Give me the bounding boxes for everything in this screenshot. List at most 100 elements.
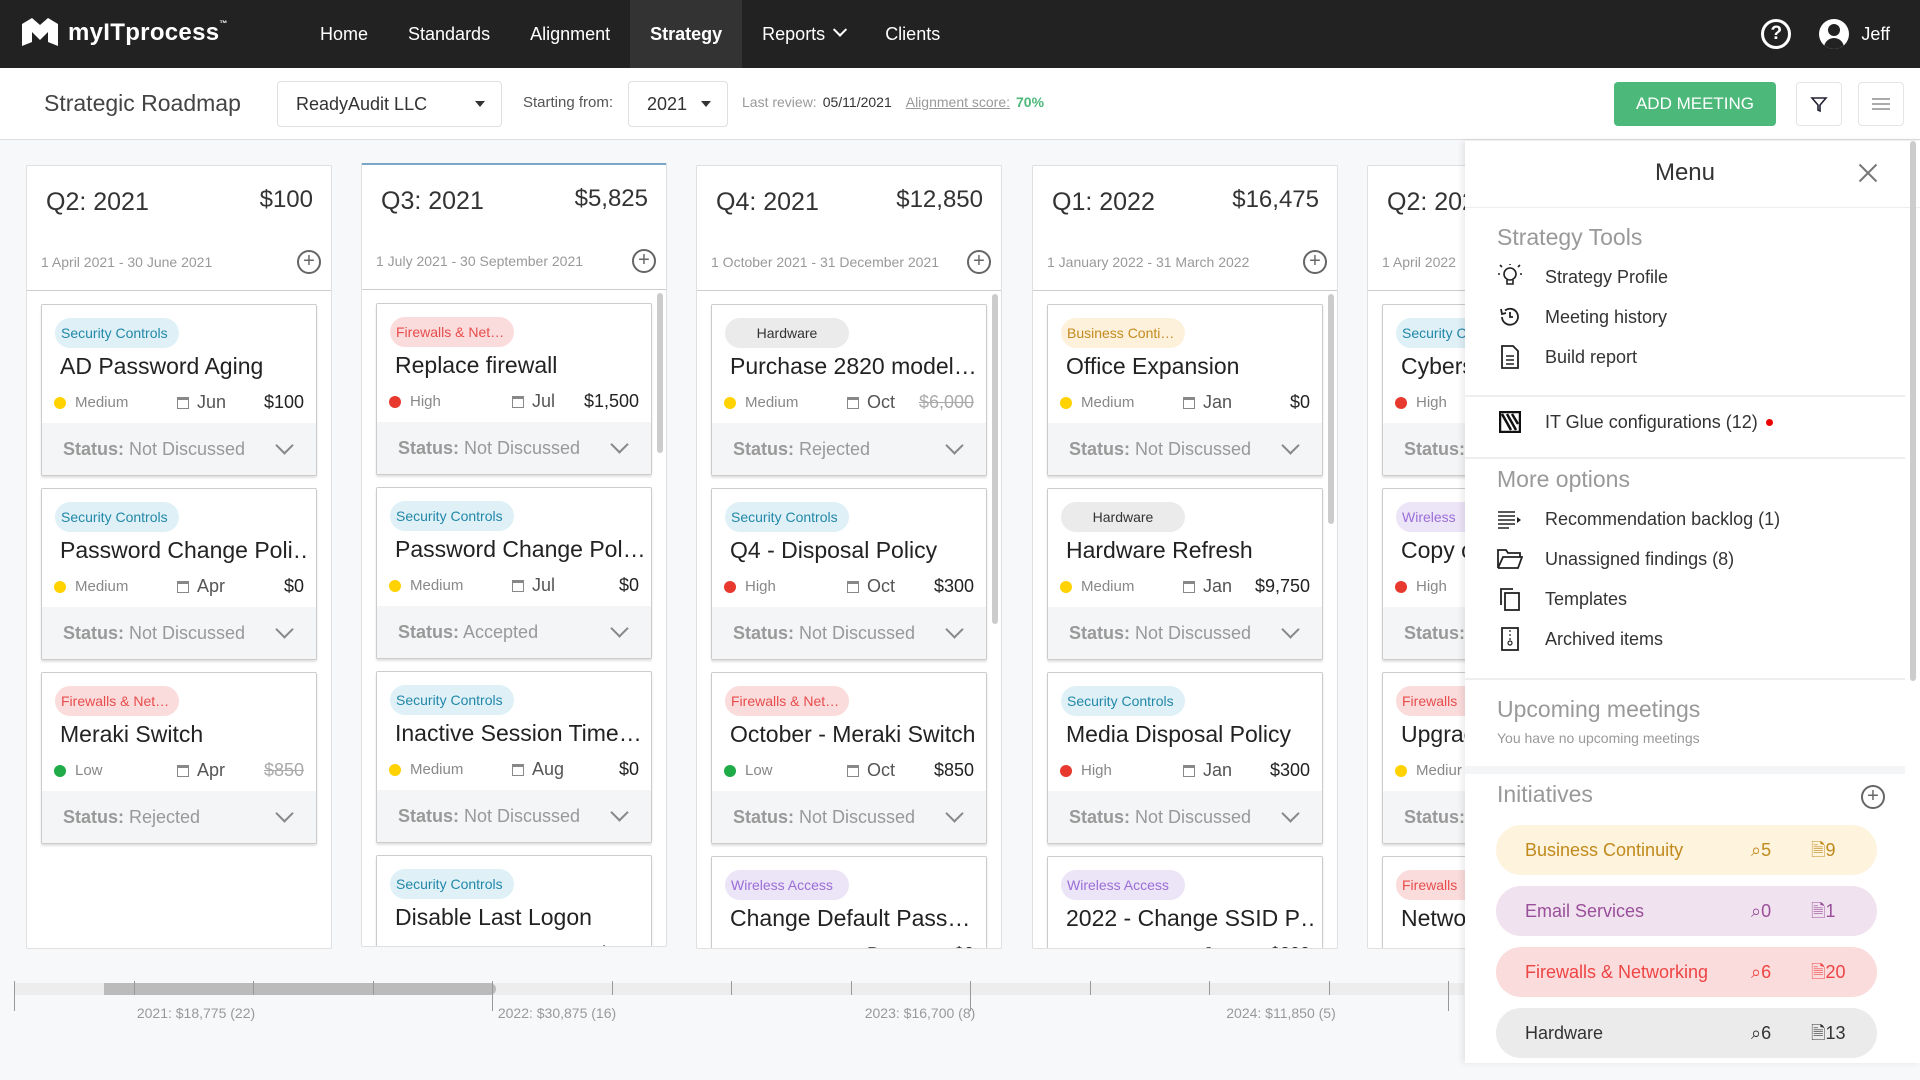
- findings-count: ⌕5: [1751, 840, 1772, 860]
- recommendation-card[interactable]: Hardware Hardware Refresh Medium Jan $9,750 S…: [1047, 488, 1323, 660]
- filter-button[interactable]: [1796, 82, 1842, 126]
- panel-scrollbar[interactable]: [1910, 141, 1916, 681]
- close-icon[interactable]: [1856, 161, 1880, 185]
- due-month: Jan: [1203, 944, 1232, 948]
- menu-templates[interactable]: Templates: [1497, 584, 1627, 614]
- cost-value: $0: [283, 576, 304, 596]
- recommendation-card[interactable]: Security Controls Password Change Poli… Me…: [41, 488, 317, 660]
- cost-value: $850: [263, 760, 304, 780]
- priority-label: Medium: [75, 394, 129, 411]
- alignment-score-link[interactable]: Alignment score:: [906, 94, 1010, 110]
- column-header: Q2: 2021 $100 1 April 2021 - 30 June 2021 +: [27, 166, 331, 291]
- recommendation-card[interactable]: Hardware Purchase 2820 model… Medium Oct $6,…: [711, 304, 987, 476]
- status-dropdown[interactable]: Status: Not Discussed: [42, 607, 316, 659]
- quarter-date-range: 1 April 2022: [1382, 254, 1456, 270]
- recommendation-card[interactable]: Security Controls Password Change Pol… Med…: [376, 487, 652, 659]
- status-value: Not Discussed: [794, 807, 916, 827]
- user-menu[interactable]: Jeff: [1819, 19, 1890, 49]
- initiative-item[interactable]: Hardware ⌕6 🗎13: [1496, 1008, 1877, 1058]
- initiative-item[interactable]: Email Services ⌕0 🗎1: [1496, 886, 1877, 936]
- recommendation-card[interactable]: Security Controls Disable Last Logon Mediu…: [376, 855, 652, 946]
- cost-value: $0: [618, 575, 639, 595]
- menu-archived-items[interactable]: Archived items: [1497, 624, 1663, 654]
- recommendation-card[interactable]: Wireless Copy c High Status:: [1382, 488, 1465, 660]
- status-dropdown[interactable]: Status: Not Discussed: [712, 791, 986, 843]
- client-select[interactable]: ReadyAudit LLC: [277, 81, 502, 127]
- status-dropdown[interactable]: Status:: [1383, 791, 1465, 843]
- priority-label: Medium: [745, 394, 799, 411]
- status-value: Not Discussed: [794, 623, 916, 643]
- priority-dot-icon: [724, 581, 736, 593]
- caret-down-icon: [475, 101, 485, 107]
- initiative-item[interactable]: Firewalls & Networking ⌕6 🗎20: [1496, 947, 1877, 997]
- status-dropdown[interactable]: Status: Not Discussed: [1048, 423, 1322, 475]
- recommendation-card[interactable]: Firewalls Upgrac Mediur Status:: [1382, 672, 1465, 844]
- priority-label: Medium: [410, 761, 464, 778]
- recommendation-card[interactable]: Firewalls & Net… October - Meraki Switch L…: [711, 672, 987, 844]
- recommendation-card[interactable]: Security Controls Inactive Session Time… M…: [376, 671, 652, 843]
- status-dropdown[interactable]: Status: Rejected: [712, 423, 986, 475]
- status-dropdown[interactable]: Status: Not Discussed: [712, 607, 986, 659]
- column-scrollbar[interactable]: [1328, 294, 1334, 524]
- add-meeting-button[interactable]: ADD MEETING: [1614, 82, 1776, 126]
- recommendation-card[interactable]: Security Controls Q4 - Disposal Policy Hig…: [711, 488, 987, 660]
- menu-itglue-configurations[interactable]: IT Glue configurations (12): [1497, 407, 1773, 437]
- recommendation-card[interactable]: Wireless Access Change Default Pass… Mediu…: [711, 856, 987, 948]
- menu-item-label: Unassigned findings (8): [1545, 548, 1735, 569]
- column-scrollbar[interactable]: [657, 293, 663, 453]
- recommendation-card[interactable]: FirewallsNetwoMediumStatus:: [1382, 856, 1465, 948]
- recommendation-card[interactable]: Security Controls Media Disposal Policy Hi…: [1047, 672, 1323, 844]
- card-meta: Medium Apr $0: [54, 575, 304, 601]
- status-dropdown[interactable]: Status: Not Discussed: [1048, 791, 1322, 843]
- add-item-button[interactable]: +: [632, 249, 656, 273]
- timeline-scrollbar[interactable]: 2021: $18,775 (22) 2022: $30,875 (16) 2023…: [0, 965, 1465, 1080]
- recommendation-card[interactable]: Firewalls & Net… Meraki Switch Low Apr $850 S…: [41, 672, 317, 844]
- initiative-item[interactable]: Business Continuity ⌕5 🗎9: [1496, 825, 1877, 875]
- nav-clients[interactable]: Clients: [865, 0, 960, 68]
- chevron-down-icon: [1281, 804, 1300, 823]
- status-dropdown[interactable]: Status: Not Discussed: [42, 423, 316, 475]
- column-scrollbar[interactable]: [992, 294, 998, 624]
- chevron-down-icon: [833, 22, 848, 37]
- card-title: October - Meraki Switch: [730, 721, 976, 747]
- nav-standards[interactable]: Standards: [388, 0, 510, 68]
- menu-strategy-profile[interactable]: Strategy Profile: [1497, 262, 1668, 292]
- menu-build-report[interactable]: Build report: [1497, 342, 1637, 372]
- status-dropdown[interactable]: Status: Rejected: [42, 791, 316, 843]
- recommendation-card[interactable]: Business Conti… Office Expansion Medium Jan…: [1047, 304, 1323, 476]
- help-icon[interactable]: ?: [1761, 19, 1792, 49]
- recommendation-card[interactable]: Security C Cybers High Status:: [1382, 304, 1465, 476]
- timeline-thumb[interactable]: [104, 983, 496, 995]
- recommendation-card[interactable]: Security Controls AD Password Aging Medium…: [41, 304, 317, 476]
- recommendation-card[interactable]: Firewalls & Net… Replace firewall High Jul $…: [376, 303, 652, 475]
- user-avatar-icon: [1819, 19, 1850, 49]
- status-dropdown[interactable]: Status:: [1383, 423, 1465, 475]
- cost-value: $850: [933, 760, 974, 780]
- status-dropdown[interactable]: Status: Not Discussed: [377, 422, 651, 474]
- year-select[interactable]: 2021: [628, 81, 728, 127]
- nav-home[interactable]: Home: [300, 0, 388, 68]
- add-initiative-button[interactable]: +: [1861, 785, 1885, 809]
- quarter-label: Q2: 2022: [1387, 188, 1465, 216]
- card-meta: Medium Jul $0: [389, 574, 639, 600]
- nav-alignment[interactable]: Alignment: [510, 0, 630, 68]
- add-item-button[interactable]: +: [297, 250, 321, 274]
- add-item-button[interactable]: +: [967, 250, 991, 274]
- status-dropdown[interactable]: Status: Not Discussed: [1048, 607, 1322, 659]
- initiative-name: Email Services: [1525, 901, 1645, 921]
- starting-from-label: Starting from:: [523, 94, 614, 111]
- add-item-button[interactable]: +: [1303, 250, 1327, 274]
- quarter-date-range: 1 July 2021 - 30 September 2021: [376, 253, 584, 269]
- menu-unassigned-findings[interactable]: Unassigned findings (8): [1497, 544, 1734, 574]
- status-dropdown[interactable]: Status: Not Discussed: [377, 790, 651, 842]
- brand-logo[interactable]: myITprocess™: [20, 16, 228, 50]
- nav-strategy[interactable]: Strategy: [630, 0, 743, 68]
- status-value: Rejected: [794, 439, 871, 459]
- nav-reports[interactable]: Reports: [742, 0, 865, 68]
- menu-meeting-history[interactable]: Meeting history: [1497, 302, 1667, 332]
- menu-button[interactable]: [1858, 82, 1904, 126]
- recommendation-card[interactable]: Wireless Access 2022 - Change SSID P… High…: [1047, 856, 1323, 948]
- status-dropdown[interactable]: Status: Accepted: [377, 606, 651, 658]
- status-dropdown[interactable]: Status:: [1383, 607, 1465, 659]
- menu-recommendation-backlog[interactable]: Recommendation backlog (1): [1497, 504, 1780, 534]
